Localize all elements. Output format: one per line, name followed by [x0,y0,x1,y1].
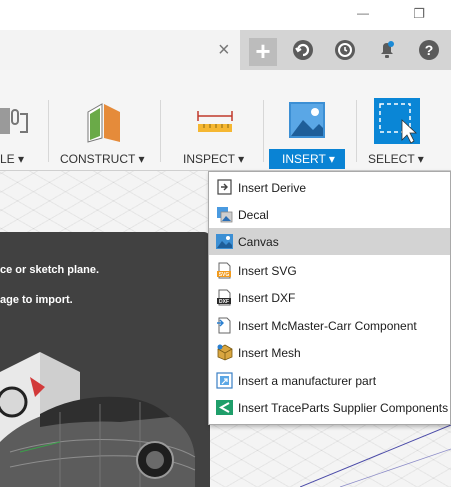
menu-item-insert-svg[interactable]: SVG Insert SVG [209,257,450,284]
insert-image-icon[interactable] [289,102,327,140]
tooltip-line-2: age to import. [0,294,73,306]
canvas-tooltip: ce or sketch plane. age to import. [0,232,210,487]
inspect-menu-label[interactable]: INSPECT ▾ [183,152,244,166]
insert-dropdown-menu: Insert Derive Decal Canvas SVG Insert SV… [208,171,451,425]
derive-icon [217,179,232,195]
minimize-button[interactable]: — [354,6,372,24]
toolbar-separator [48,100,49,162]
grid-axis-lines [300,424,451,487]
menu-item-insert-derive[interactable]: Insert Derive [209,174,450,201]
select-menu-label[interactable]: SELECT ▾ [368,152,424,166]
mesh-icon [217,344,233,361]
menu-item-insert-manufacturer-part[interactable]: Insert a manufacturer part [209,367,450,394]
menu-item-insert-mcmaster-carr[interactable]: Insert McMaster-Carr Component [209,312,450,339]
new-tab-button[interactable]: + [249,38,277,66]
job-status-icon[interactable] [291,38,315,62]
menu-item-canvas[interactable]: Canvas [209,228,450,255]
svg-file-icon: SVG [217,262,231,279]
ribbon-toolbar: LE ▾ CONSTRUCT ▾ INSPECT ▾ INSERT ▾ SELE… [0,70,451,171]
dxf-file-icon: DXF [217,289,231,306]
toolbar-separator [160,100,161,162]
menu-item-insert-traceparts[interactable]: Insert TraceParts Supplier Components [209,394,450,421]
document-tab[interactable]: × [0,30,240,70]
manufacturer-part-icon [216,372,233,389]
mcmaster-icon [217,317,231,334]
measure-ruler-icon[interactable] [196,110,234,136]
svg-text:?: ? [425,42,434,58]
help-icon[interactable]: ? [417,38,441,62]
title-bar: — ❐ [0,0,451,30]
tooltip-car-illustration [0,352,196,487]
close-tab-button[interactable]: × [218,39,230,61]
select-window-icon[interactable] [374,98,422,146]
toolbar-separator [356,100,357,162]
menu-item-insert-dxf[interactable]: DXF Insert DXF [209,284,450,311]
decal-icon [217,207,233,223]
restore-button[interactable]: ❐ [410,6,428,24]
traceparts-icon [216,400,233,415]
canvas-icon [216,234,233,249]
insert-menu-label[interactable]: INSERT ▾ [282,152,335,166]
construct-menu-label[interactable]: CONSTRUCT ▾ [60,152,144,166]
modify-group-icon[interactable] [0,104,30,140]
toolbar-separator [263,100,264,162]
svg-text:DXF: DXF [219,299,229,305]
notifications-icon[interactable] [375,38,399,62]
history-clock-icon[interactable] [333,38,357,62]
tooltip-line-1: ce or sketch plane. [0,264,100,276]
modify-menu-label[interactable]: LE ▾ [0,152,24,166]
svg-text:SVG: SVG [219,272,230,278]
menu-item-decal[interactable]: Decal [209,201,450,228]
construct-plane-icon[interactable] [84,102,124,144]
menu-item-insert-mesh[interactable]: Insert Mesh [209,339,450,366]
